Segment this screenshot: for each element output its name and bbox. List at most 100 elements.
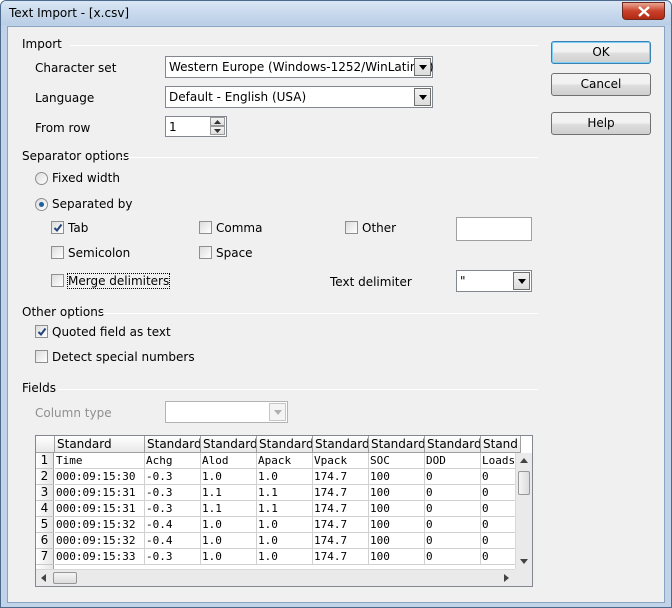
- grid-cell[interactable]: 0: [425, 501, 481, 517]
- text-delimiter-dropdown-button[interactable]: [513, 272, 530, 290]
- language-dropdown-button[interactable]: [414, 88, 431, 106]
- scroll-down-arrow-icon[interactable]: [520, 559, 528, 564]
- horizontal-scrollbar[interactable]: [36, 569, 516, 586]
- grid-cell[interactable]: 1.0: [201, 517, 257, 533]
- grid-cell[interactable]: Vpack: [313, 453, 369, 469]
- grid-cell[interactable]: -0.3: [145, 501, 201, 517]
- grid-cell[interactable]: DOD: [425, 453, 481, 469]
- grid-cell[interactable]: 0: [425, 517, 481, 533]
- vertical-scroll-thumb[interactable]: [518, 471, 530, 495]
- grid-cell[interactable]: 1.1: [257, 485, 313, 501]
- grid-cell[interactable]: -0.3: [145, 469, 201, 485]
- vertical-scrollbar[interactable]: [515, 453, 532, 571]
- grid-cell[interactable]: 174.7: [313, 517, 369, 533]
- row-header[interactable]: 7: [36, 549, 54, 565]
- column-header[interactable]: Stand: [481, 436, 521, 453]
- grid-cell[interactable]: 000:09:15:33: [55, 549, 145, 565]
- grid-cell[interactable]: 0: [425, 485, 481, 501]
- grid-cell[interactable]: 000:09:15:31: [55, 485, 145, 501]
- grid-cell[interactable]: 1.1: [201, 485, 257, 501]
- grid-cell[interactable]: 1.0: [201, 469, 257, 485]
- grid-cell[interactable]: 0: [425, 533, 481, 549]
- grid-cell[interactable]: 000:09:15:30: [55, 469, 145, 485]
- fields-preview-grid[interactable]: Standard Standard Standard Standard Standard…: [35, 435, 533, 587]
- other-separator-input[interactable]: [456, 217, 532, 241]
- grid-cell[interactable]: SOC: [369, 453, 425, 469]
- column-header[interactable]: Standard: [201, 436, 257, 453]
- grid-cell[interactable]: 000:09:15:32: [55, 533, 145, 549]
- grid-cell[interactable]: 1.0: [257, 549, 313, 565]
- grid-cell[interactable]: Alod: [201, 453, 257, 469]
- row-header[interactable]: 5: [36, 517, 54, 533]
- column-header[interactable]: Standard: [313, 436, 369, 453]
- grid-cell[interactable]: 0: [425, 549, 481, 565]
- space-checkbox[interactable]: [199, 246, 212, 259]
- tab-checkbox[interactable]: [51, 221, 64, 234]
- row-header[interactable]: 3: [36, 485, 54, 501]
- row-header[interactable]: 4: [36, 501, 54, 517]
- grid-cell[interactable]: 1.0: [257, 469, 313, 485]
- grid-cell[interactable]: -0.3: [145, 485, 201, 501]
- cancel-button[interactable]: Cancel: [551, 73, 651, 96]
- column-header[interactable]: Standard: [145, 436, 201, 453]
- grid-cell[interactable]: 1.1: [257, 501, 313, 517]
- detect-special-numbers-checkbox[interactable]: [35, 350, 48, 363]
- grid-cell[interactable]: 000:09:15:32: [55, 517, 145, 533]
- grid-cell[interactable]: Apack: [257, 453, 313, 469]
- column-type-dropdown[interactable]: [165, 401, 288, 423]
- column-type-dropdown-button[interactable]: [269, 403, 286, 421]
- grid-cell[interactable]: 100: [369, 533, 425, 549]
- grid-cell[interactable]: 174.7: [313, 485, 369, 501]
- title-bar[interactable]: Text Import - [x.csv]: [1, 1, 671, 25]
- grid-cell[interactable]: 174.7: [313, 469, 369, 485]
- row-header[interactable]: 1: [36, 453, 54, 469]
- grid-cell[interactable]: 174.7: [313, 533, 369, 549]
- grid-cell[interactable]: 174.7: [313, 501, 369, 517]
- grid-cell[interactable]: -0.3: [145, 549, 201, 565]
- grid-cell[interactable]: 1.0: [201, 549, 257, 565]
- grid-cell[interactable]: 100: [369, 517, 425, 533]
- column-header[interactable]: Standard: [257, 436, 313, 453]
- from-row-stepper[interactable]: 1: [165, 116, 227, 137]
- help-button[interactable]: Help: [551, 112, 651, 135]
- text-delimiter-dropdown[interactable]: ": [456, 270, 532, 292]
- grid-cell[interactable]: 174.7: [313, 549, 369, 565]
- close-button[interactable]: [622, 2, 665, 20]
- grid-cell[interactable]: 100: [369, 501, 425, 517]
- scroll-right-arrow-icon[interactable]: [504, 574, 509, 582]
- grid-cell[interactable]: 100: [369, 549, 425, 565]
- spin-up-button[interactable]: [210, 117, 225, 126]
- semicolon-checkbox[interactable]: [51, 246, 64, 259]
- grid-cell[interactable]: -0.4: [145, 517, 201, 533]
- grid-cell[interactable]: 0: [425, 469, 481, 485]
- scroll-up-arrow-icon[interactable]: [520, 458, 528, 463]
- grid-cell[interactable]: 000:09:15:31: [55, 501, 145, 517]
- row-header[interactable]: 6: [36, 533, 54, 549]
- horizontal-scroll-thumb[interactable]: [53, 572, 77, 584]
- grid-cell[interactable]: -0.4: [145, 533, 201, 549]
- other-checkbox[interactable]: [345, 221, 358, 234]
- grid-cell[interactable]: Achg: [145, 453, 201, 469]
- grid-cell[interactable]: 1.1: [201, 501, 257, 517]
- spin-down-button[interactable]: [210, 126, 225, 135]
- grid-cell[interactable]: 100: [369, 469, 425, 485]
- grid-cell[interactable]: Time: [55, 453, 145, 469]
- row-header[interactable]: 2: [36, 469, 54, 485]
- comma-checkbox[interactable]: [199, 221, 212, 234]
- grid-cell[interactable]: 100: [369, 485, 425, 501]
- column-header[interactable]: Standard: [425, 436, 481, 453]
- quoted-field-checkbox[interactable]: [35, 325, 48, 338]
- column-header[interactable]: Standard: [55, 436, 145, 453]
- charset-dropdown-button[interactable]: [414, 58, 431, 76]
- ok-button[interactable]: OK: [551, 41, 651, 64]
- column-header[interactable]: Standard: [369, 436, 425, 453]
- charset-dropdown[interactable]: Western Europe (Windows-1252/WinLatin 1): [165, 56, 434, 78]
- grid-cell[interactable]: 1.0: [201, 533, 257, 549]
- grid-cell[interactable]: 1.0: [257, 533, 313, 549]
- fixed-width-radio[interactable]: [35, 172, 48, 185]
- language-dropdown[interactable]: Default - English (USA): [165, 86, 433, 108]
- grid-cell[interactable]: 1.0: [257, 517, 313, 533]
- separated-by-radio[interactable]: [35, 198, 48, 211]
- merge-delimiters-checkbox[interactable]: [51, 274, 64, 287]
- scroll-left-arrow-icon[interactable]: [41, 574, 46, 582]
